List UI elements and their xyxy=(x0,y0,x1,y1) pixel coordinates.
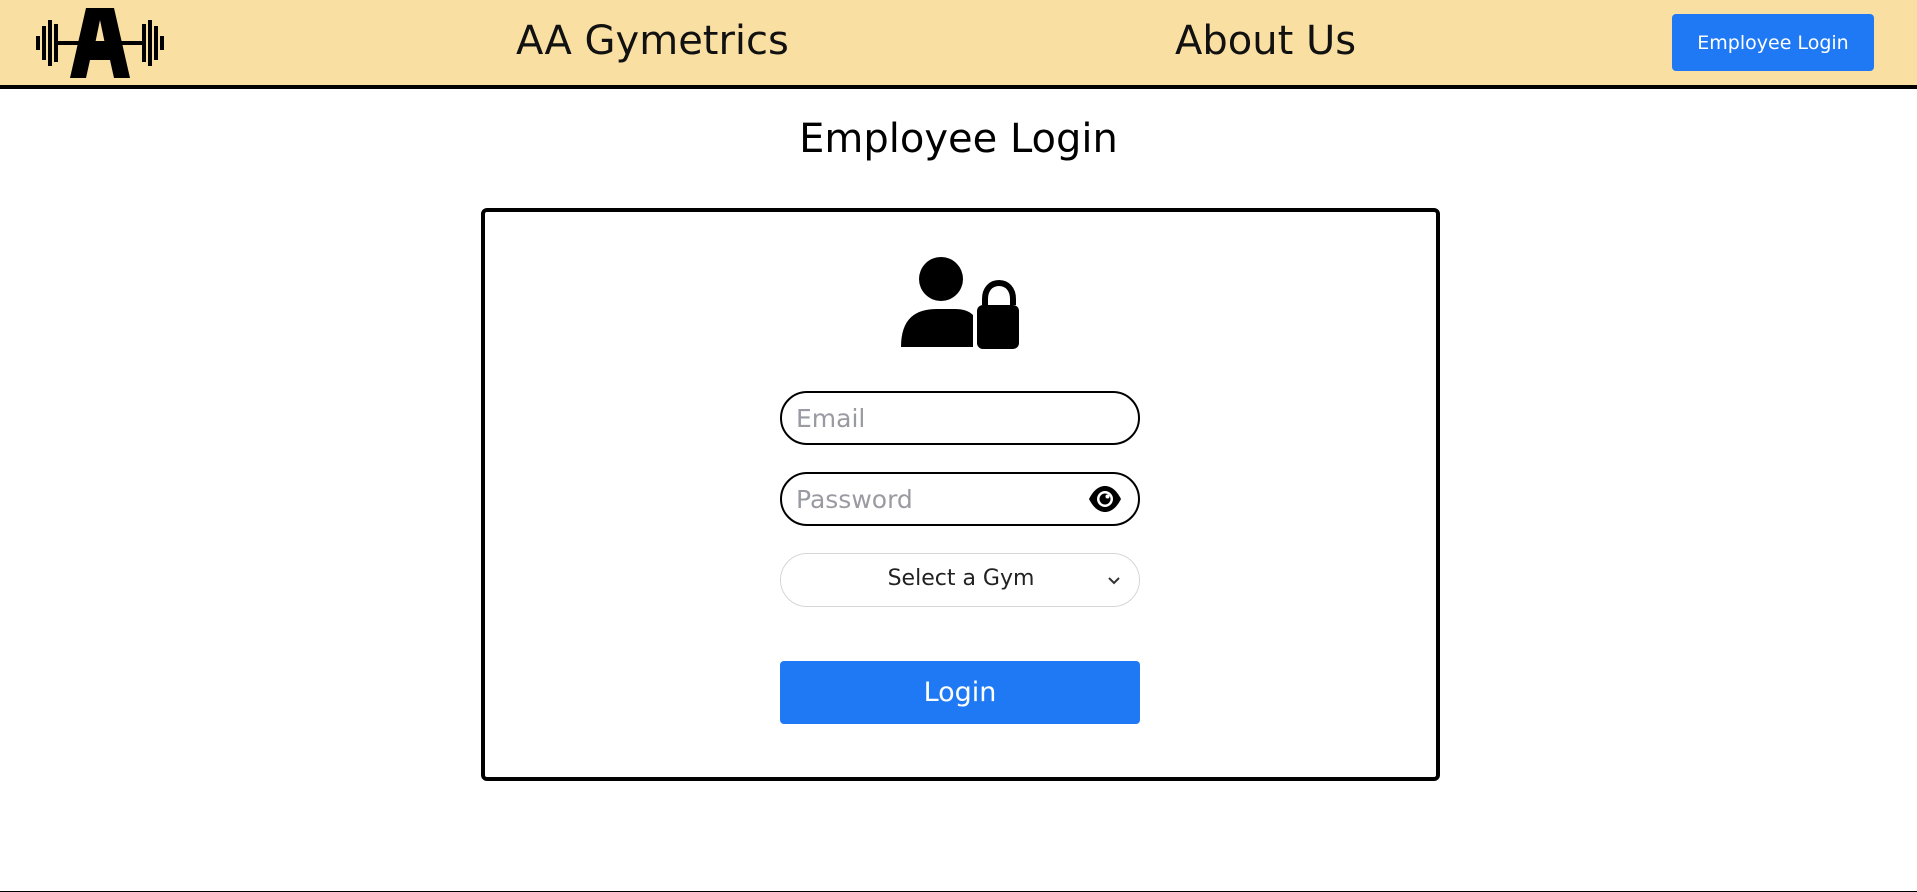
dumbbell-a-logo-icon[interactable] xyxy=(36,6,164,80)
employee-login-nav-button[interactable]: Employee Login xyxy=(1672,14,1874,71)
password-field-wrapper xyxy=(780,472,1140,526)
top-navbar: AA Gymetrics About Us Employee Login xyxy=(0,0,1917,89)
password-field[interactable] xyxy=(796,474,1096,524)
email-field-wrapper xyxy=(780,391,1140,445)
nav-link-brand[interactable]: AA Gymetrics xyxy=(516,18,789,64)
login-button[interactable]: Login xyxy=(780,661,1140,724)
nav-link-about-us[interactable]: About Us xyxy=(1175,18,1356,64)
chevron-down-icon xyxy=(1107,575,1121,587)
page-title: Employee Login xyxy=(799,116,1118,162)
gym-select-value: Select a Gym xyxy=(887,566,1035,591)
eye-icon[interactable] xyxy=(1088,485,1122,513)
gym-select[interactable]: Select a Gym xyxy=(780,553,1140,607)
email-field[interactable] xyxy=(796,393,1096,443)
user-lock-icon xyxy=(901,255,1019,349)
